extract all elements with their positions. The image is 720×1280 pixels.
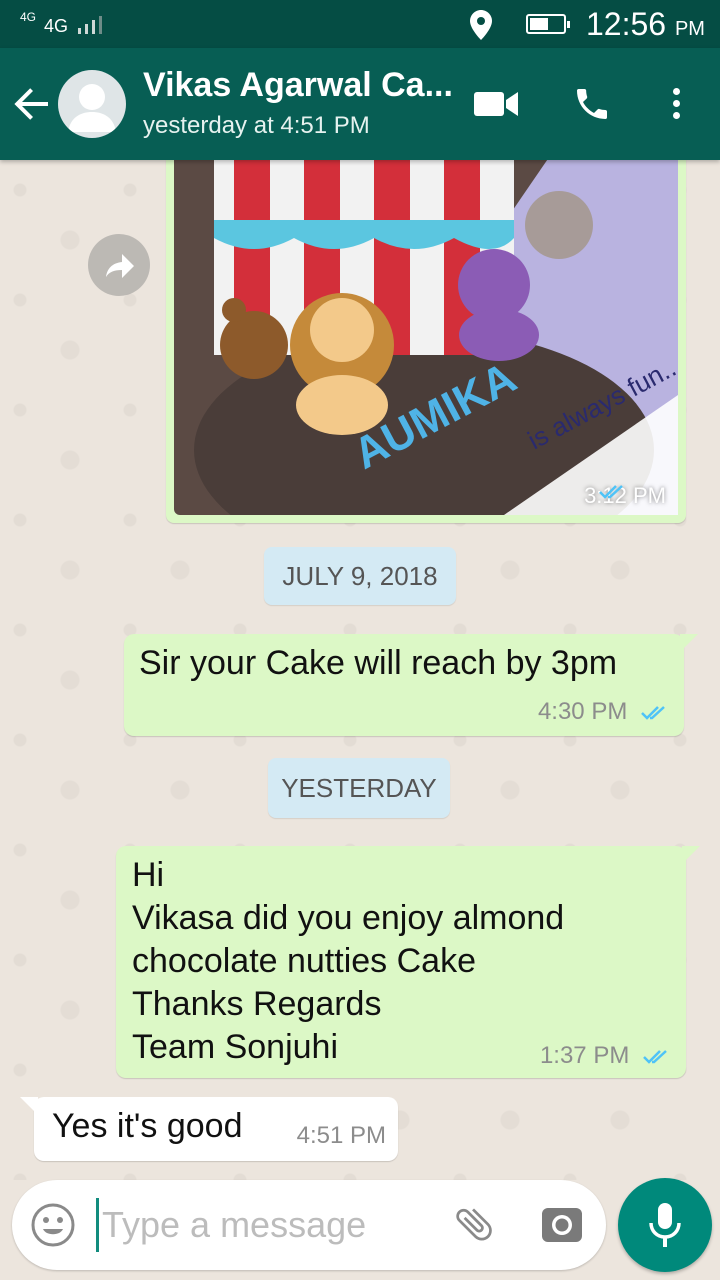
chat-area[interactable]: is always fun...get AUMIKA 3:12 PM JULY … — [0, 160, 720, 1180]
message-input[interactable] — [102, 1198, 422, 1252]
video-call-icon[interactable] — [474, 90, 518, 123]
camera-icon[interactable] — [540, 1202, 584, 1251]
location-icon — [470, 10, 492, 45]
read-ticks-icon — [599, 485, 623, 499]
network-type: 4G — [44, 16, 69, 36]
outgoing-message[interactable]: Hi Vikasa did you enjoy almond chocolate… — [116, 846, 700, 1078]
emoji-icon[interactable] — [30, 1202, 76, 1253]
image-message[interactable]: is always fun...get AUMIKA 3:12 PM — [166, 160, 686, 523]
back-arrow-icon[interactable] — [14, 86, 50, 122]
last-seen: yesterday at 4:51 PM — [143, 112, 370, 139]
text-caret — [96, 1198, 99, 1252]
network-type-small: 4G — [20, 10, 37, 24]
mic-icon — [649, 1203, 681, 1247]
message-text: Hi Vikasa did you enjoy almond chocolate… — [132, 856, 565, 1066]
date-separator: JULY 9, 2018 — [264, 547, 456, 605]
read-ticks-icon — [641, 705, 665, 720]
attach-icon[interactable] — [452, 1202, 496, 1251]
chat-header: Vikas Agarwal Ca... yesterday at 4:51 PM — [0, 48, 720, 160]
message-time: 4:30 PM — [538, 698, 670, 726]
cake-photo[interactable]: is always fun...get AUMIKA — [174, 160, 678, 515]
message-time: 4:51 PM — [296, 1122, 386, 1149]
date-separator: YESTERDAY — [268, 758, 450, 818]
more-vert-icon[interactable] — [664, 84, 688, 124]
clock: 12:56 PM — [586, 6, 705, 42]
message-text: Sir your Cake will reach by 3pm — [139, 644, 618, 682]
contact-name[interactable]: Vikas Agarwal Ca... — [143, 66, 453, 105]
status-bar: 4G 4G 12:56 PM — [0, 0, 720, 48]
avatar-placeholder-icon[interactable] — [58, 70, 126, 138]
mic-button[interactable] — [618, 1178, 712, 1272]
message-composer — [12, 1180, 606, 1270]
incoming-message[interactable]: Yes it's good 4:51 PM — [20, 1097, 398, 1161]
battery-icon — [526, 14, 570, 34]
message-time: 3:12 PM — [584, 483, 666, 508]
message-text: Yes it's good — [52, 1107, 243, 1145]
read-ticks-icon — [643, 1049, 667, 1064]
signal-icon — [78, 16, 106, 34]
outgoing-message[interactable]: Sir your Cake will reach by 3pm 4:30 PM — [124, 634, 698, 736]
phone-icon[interactable] — [572, 84, 612, 129]
message-time: 1:37 PM — [540, 1042, 672, 1070]
forward-icon[interactable] — [88, 234, 150, 296]
